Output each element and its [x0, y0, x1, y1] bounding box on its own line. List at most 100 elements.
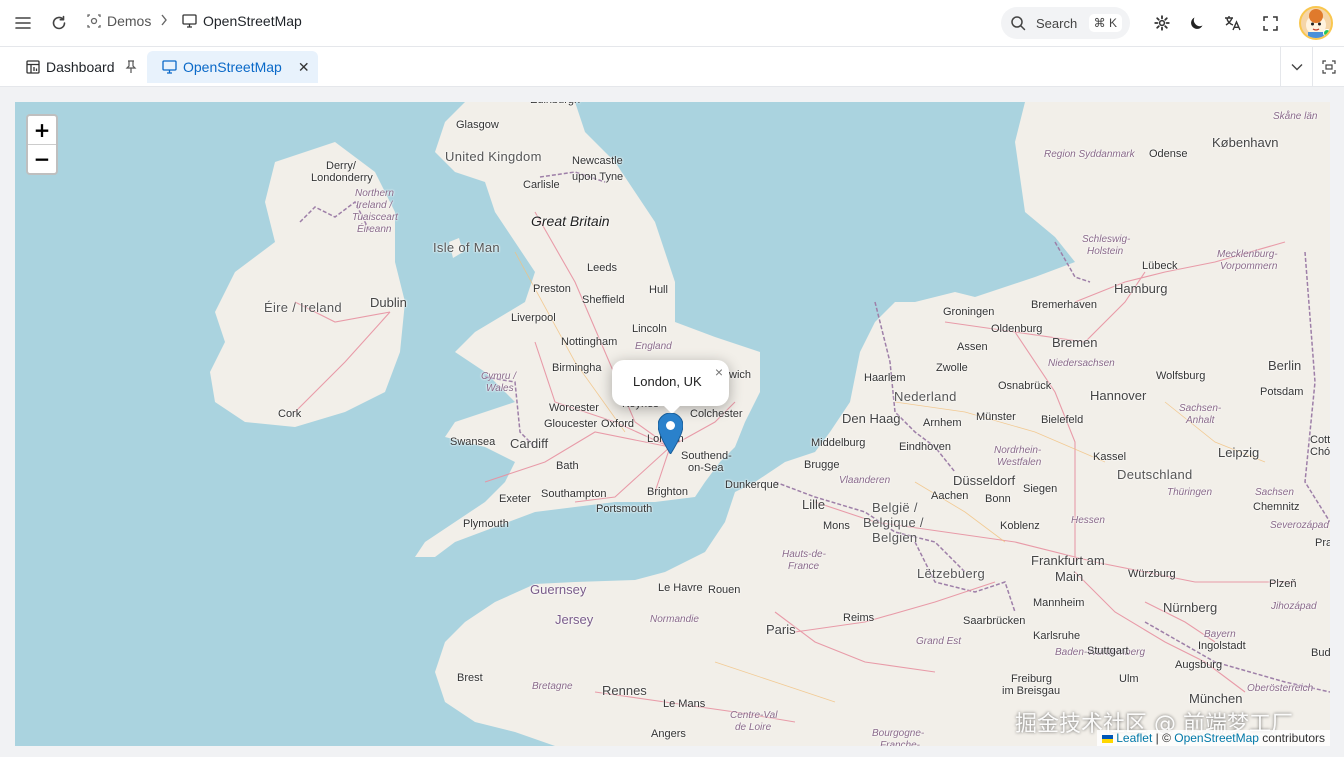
breadcrumb-demos-label: Demos — [107, 13, 152, 29]
chevron-down-icon[interactable] — [1280, 47, 1312, 87]
tab-toolbar — [1280, 47, 1344, 87]
map-label-ni-1: Northern — [355, 188, 394, 199]
map-label-newcastle-1: Newcastle — [572, 155, 623, 167]
search-placeholder: Search — [1036, 15, 1078, 31]
map-label-osnabruck: Osnabrück — [998, 380, 1052, 392]
monitor-icon — [182, 14, 197, 28]
fullscreen-icon[interactable] — [1259, 12, 1281, 34]
map-label-bourgogne-2: Franche- — [880, 740, 921, 746]
zoom-in-button[interactable]: + — [28, 116, 56, 144]
map-attribution: Leaflet | © OpenStreetMap contributors — [1096, 730, 1330, 746]
reload-icon[interactable] — [48, 12, 70, 34]
map-label-munchen: München — [1189, 691, 1243, 706]
map-label-mv-2: Vorpommern — [1220, 261, 1278, 272]
map-label-nurnberg: Nürnberg — [1163, 600, 1218, 615]
menu-icon[interactable] — [12, 12, 34, 34]
map-label-mons: Mons — [823, 520, 850, 532]
map-label-skane: Skåne län — [1273, 111, 1318, 122]
map-label-letzebuerg: Lëtzebuerg — [917, 566, 986, 581]
map-label-rouen: Rouen — [708, 584, 741, 596]
breadcrumb-demos[interactable]: Demos — [87, 13, 151, 29]
map-label-newcastle-2: upon Tyne — [572, 171, 624, 183]
map-label-hamburg: Hamburg — [1114, 281, 1168, 296]
settings-icon[interactable] — [1151, 12, 1173, 34]
openstreetmap-link[interactable]: OpenStreetMap — [1174, 731, 1259, 745]
map-label-angers: Angers — [651, 728, 686, 740]
map-label-great-britain: Great Britain — [531, 213, 610, 229]
map-popup: London, UK × — [612, 360, 729, 414]
search-input[interactable]: Search ⌘ K — [1001, 7, 1130, 39]
zoom-out-button[interactable]: − — [28, 144, 56, 172]
map-label-nederland: Nederland — [894, 389, 957, 404]
map-label-vlaanderen: Vlaanderen — [839, 475, 891, 486]
map-label-freiburg-2: im Breisgau — [1002, 685, 1061, 697]
map-view[interactable]: Edinburgh Glasgow United Kingdom Newcastle u… — [15, 102, 1330, 746]
map-label-brighton: Brighton — [647, 486, 688, 498]
map-label-eindhoven: Eindhoven — [899, 441, 951, 453]
map-label-normandie: Normandie — [650, 614, 699, 625]
map-label-gloucester: Gloucester — [544, 418, 598, 430]
map-label-ni-4: Éireann — [357, 224, 392, 235]
screenshot-icon[interactable] — [1312, 47, 1344, 87]
map-label-ni-3: Tuaisceart — [352, 212, 398, 223]
map-label-lubeck: Lübeck — [1142, 260, 1178, 272]
attribution-suffix: contributors — [1258, 731, 1325, 745]
map-label-zwolle: Zwolle — [936, 362, 968, 374]
map-marker-icon[interactable] — [657, 412, 684, 455]
map-label-bremen: Bremen — [1052, 335, 1098, 350]
map-label-kassel: Kassel — [1093, 451, 1127, 463]
map-label-birmingham: Birmingha — [552, 362, 602, 374]
avatar[interactable] — [1299, 6, 1333, 40]
map-label-cymru-2: Wales — [486, 383, 514, 394]
tab-openstreetmap[interactable]: OpenStreetMap ✕ — [147, 51, 318, 83]
breadcrumb-openstreetmap-label: OpenStreetMap — [203, 13, 302, 29]
map-label-frankfurt-1: Frankfurt am — [1031, 553, 1105, 568]
map-label-southend-1: Southend- — [681, 450, 732, 462]
close-icon[interactable]: ✕ — [298, 59, 310, 76]
map-label-aachen: Aachen — [931, 490, 969, 502]
demos-icon — [87, 14, 101, 28]
map-label-cottbus-1: Cotti — [1310, 434, 1330, 446]
map-label-jersey: Jersey — [555, 612, 594, 627]
map-label-odense: Odense — [1149, 148, 1188, 160]
map-label-portsmouth: Portsmouth — [596, 503, 653, 515]
map-label-lincoln: Lincoln — [632, 323, 667, 335]
moon-icon[interactable] — [1186, 12, 1208, 34]
map-label-dunkerque: Dunkerque — [725, 479, 779, 491]
breadcrumb-openstreetmap[interactable]: OpenStreetMap — [182, 13, 302, 29]
leaflet-link[interactable]: Leaflet — [1116, 731, 1152, 745]
map-label-brest: Brest — [457, 672, 483, 684]
map-label-ulm: Ulm — [1119, 673, 1139, 685]
map-label-bretagne: Bretagne — [532, 681, 573, 692]
breadcrumb-separator-icon — [160, 14, 168, 29]
map-label-brugge: Brugge — [804, 459, 840, 471]
map-label-region-syddanmark: Region Syddanmark — [1044, 149, 1135, 160]
map-label-sa-1: Sachsen- — [1179, 403, 1222, 414]
map-label-cork: Cork — [278, 408, 302, 420]
tab-dashboard[interactable]: Dashboard — [16, 51, 147, 83]
map-label-nrw-2: Westfalen — [997, 457, 1042, 468]
map-label-augsburg: Augsburg — [1175, 659, 1223, 671]
map-label-worcester: Worcester — [549, 402, 599, 414]
map-label-kobenhavn: København — [1212, 135, 1279, 150]
map-label-edinburgh: Edinburgh — [530, 102, 580, 106]
map-label-budejovice: Budě — [1311, 647, 1330, 659]
map-label-le-havre: Le Havre — [658, 582, 703, 594]
map-label-hannover: Hannover — [1090, 388, 1147, 403]
map-label-munster: Münster — [976, 411, 1016, 423]
map-label-bath: Bath — [556, 460, 579, 472]
map-label-ni-2: Ireland / — [356, 200, 393, 211]
monitor-icon — [162, 60, 177, 74]
translate-icon[interactable] — [1222, 12, 1244, 34]
map-label-paris: Paris — [766, 622, 796, 637]
map-label-cardiff: Cardiff — [510, 436, 549, 451]
map-label-haarlem: Haarlem — [864, 372, 906, 384]
popup-text: London, UK — [633, 374, 702, 389]
map-label-southend-2: on-Sea — [688, 462, 724, 474]
map-label-freiburg-1: Freiburg — [1011, 673, 1052, 685]
pin-icon[interactable] — [125, 60, 137, 74]
map-label-praha: Pra — [1315, 537, 1330, 549]
popup-close-button[interactable]: × — [715, 364, 723, 380]
map-label-glasgow: Glasgow — [456, 119, 499, 131]
top-bar: Demos OpenStreetMap Search ⌘ K — [0, 0, 1344, 47]
